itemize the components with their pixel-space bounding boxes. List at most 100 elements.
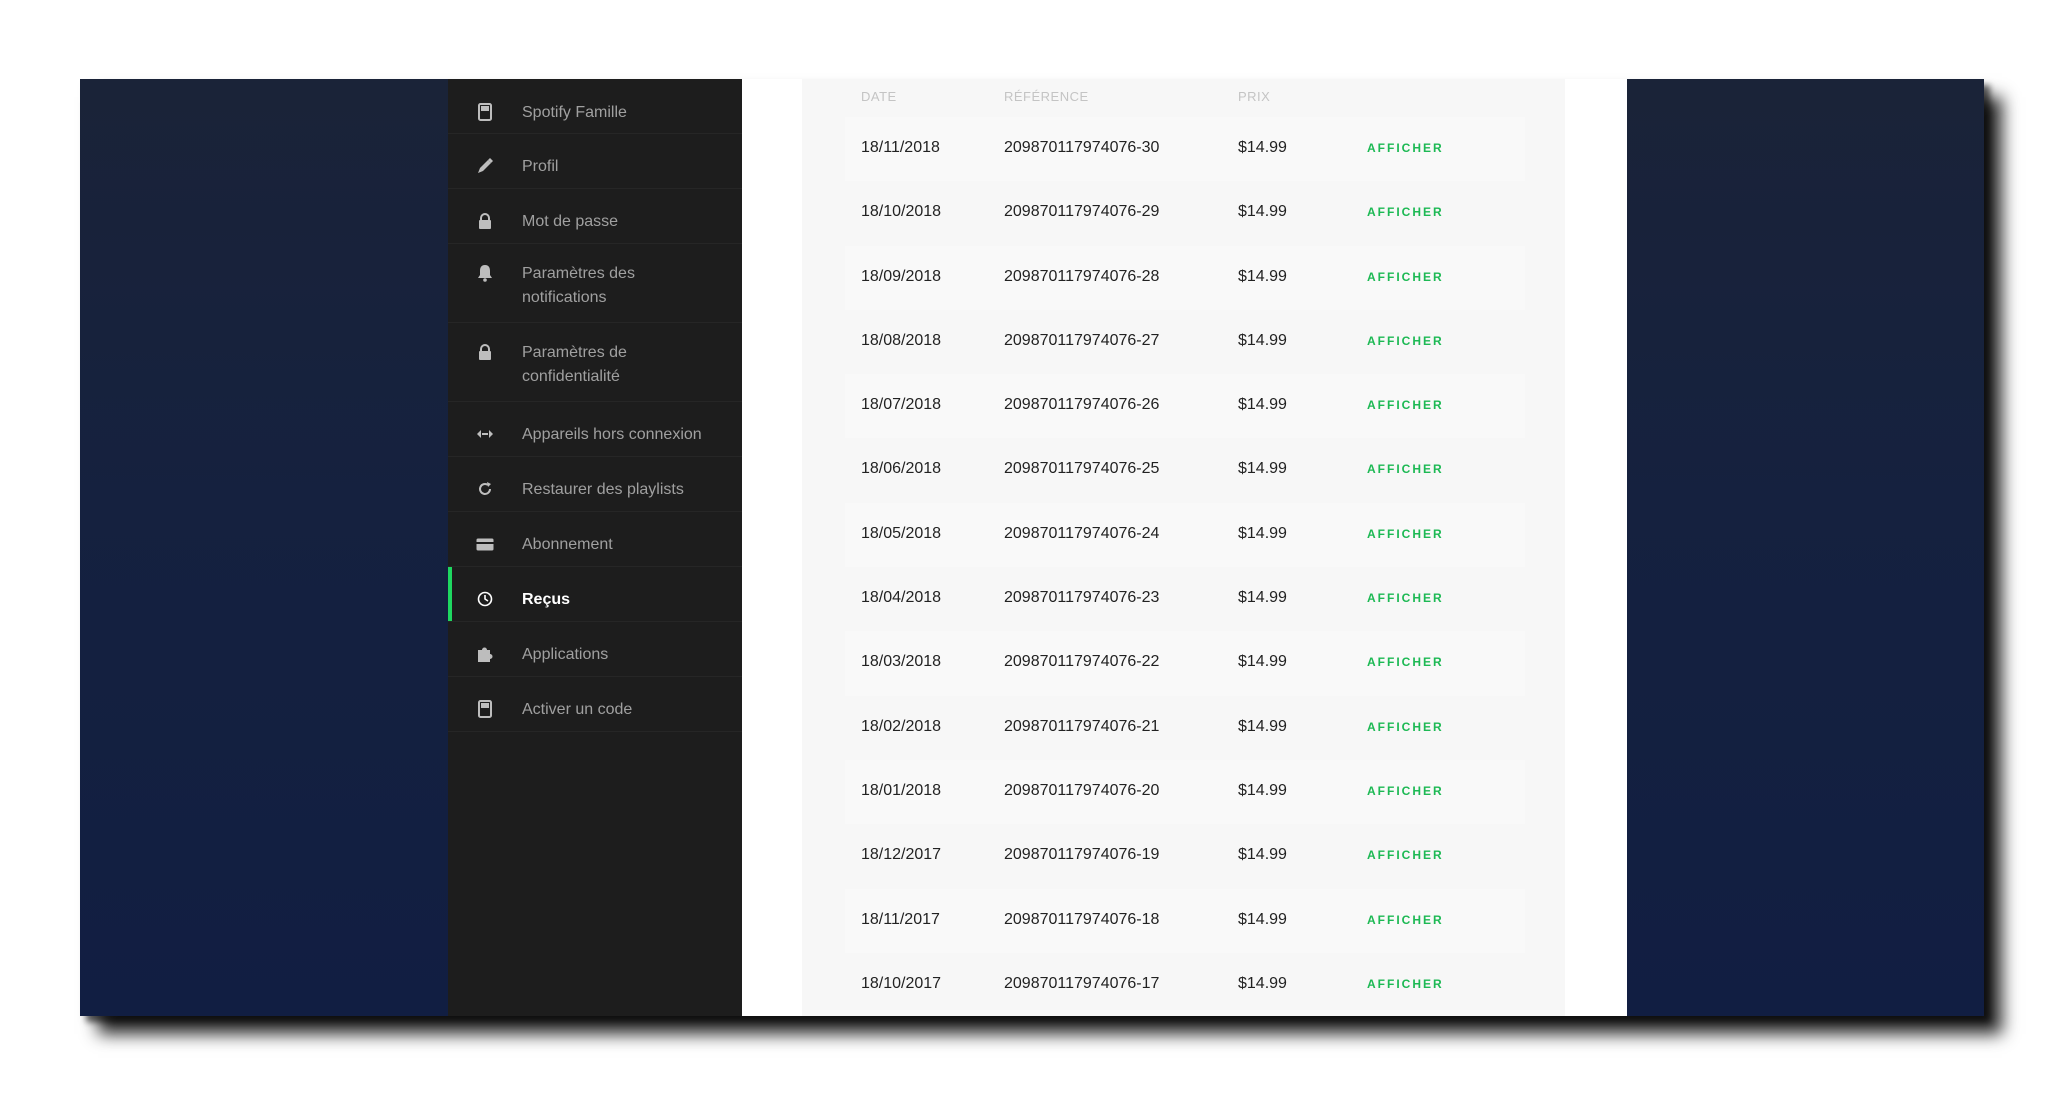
receipt-date: 18/09/2018 — [861, 267, 942, 285]
sidebar-item-label: Applications — [522, 646, 609, 663]
receipt-date: 18/04/2018 — [861, 589, 942, 607]
view-receipt-link[interactable]: AFFICHER — [1367, 334, 1444, 348]
receipt-reference: 209870117974076-24 — [1004, 524, 1160, 542]
receipt-reference: 209870117974076-19 — [1004, 846, 1160, 864]
receipt-date: 18/01/2018 — [861, 781, 942, 799]
view-receipt-link[interactable]: AFFICHER — [1367, 591, 1444, 605]
table-row: 18/02/2018 209870117974076-21 $14.99 AFFICH… — [845, 696, 1525, 760]
table-body: 18/11/2018 209870117974076-30 $14.99 AFFICH… — [845, 117, 1525, 1016]
view-receipt-link[interactable]: AFFICHER — [1367, 977, 1444, 991]
receipt-price: $14.99 — [1238, 974, 1287, 992]
sidebar-item-label: Profil — [522, 158, 559, 175]
receipt-price: $14.99 — [1238, 267, 1287, 285]
receipt-date: 18/02/2018 — [861, 717, 942, 735]
receipt-date: 18/08/2018 — [861, 331, 942, 349]
receipt-price: $14.99 — [1238, 781, 1287, 799]
receipt-reference: 209870117974076-29 — [1004, 203, 1160, 221]
sidebar-item-parametres-de-confidentialite[interactable]: Paramètres de confidentialité — [448, 323, 742, 402]
credit-card-icon — [476, 535, 494, 553]
receipts-table: DATE RÉFÉRENCE PRIX 18/11/2018 2098701179… — [845, 79, 1525, 1016]
table-row: 18/09/2018 209870117974076-28 $14.99 AFFICH… — [845, 245, 1525, 310]
sidebar-item-spotify-famille[interactable]: Spotify Famille — [448, 79, 742, 134]
sidebar-item-appareils-hors-connexion[interactable]: Appareils hors connexion — [448, 402, 742, 457]
view-receipt-link[interactable]: AFFICHER — [1367, 270, 1444, 284]
pencil-icon — [476, 157, 494, 175]
receipt-date: 18/06/2018 — [861, 460, 942, 478]
column-header-date: DATE — [861, 89, 897, 104]
receipt-reference: 209870117974076-27 — [1004, 331, 1160, 349]
table-row: 18/04/2018 209870117974076-23 $14.99 AFFICH… — [845, 567, 1525, 631]
table-row: 18/11/2017 209870117974076-18 $14.99 AFFICH… — [845, 888, 1525, 953]
refresh-icon — [476, 480, 494, 498]
bell-icon — [476, 264, 494, 282]
view-receipt-link[interactable]: AFFICHER — [1367, 527, 1444, 541]
table-header: DATE RÉFÉRENCE PRIX — [845, 79, 1525, 117]
receipt-date: 18/10/2017 — [861, 974, 942, 992]
sidebar-item-label: Activer un code — [522, 701, 633, 718]
table-row: 18/10/2018 209870117974076-29 $14.99 AFFICH… — [845, 181, 1525, 245]
view-receipt-link[interactable]: AFFICHER — [1367, 205, 1444, 219]
receipt-date: 18/05/2018 — [861, 524, 942, 542]
sidebar-item-applications[interactable]: Applications — [448, 622, 742, 677]
sidebar-item-label: Spotify Famille — [522, 104, 627, 121]
receipt-reference: 209870117974076-22 — [1004, 653, 1160, 671]
view-receipt-link[interactable]: AFFICHER — [1367, 720, 1444, 734]
receipt-price: $14.99 — [1238, 331, 1287, 349]
receipt-reference: 209870117974076-30 — [1004, 139, 1160, 156]
sidebar-item-mot-de-passe[interactable]: Mot de passe — [448, 189, 742, 244]
table-row: 18/08/2018 209870117974076-27 $14.99 AFFICH… — [845, 310, 1525, 374]
sidebar-item-label: Paramètres des notifications — [522, 265, 635, 306]
receipt-date: 18/03/2018 — [861, 653, 942, 671]
receipt-reference: 209870117974076-26 — [1004, 396, 1160, 414]
sidebar-item-profil[interactable]: Profil — [448, 134, 742, 189]
lock-icon — [476, 212, 494, 230]
view-receipt-link[interactable]: AFFICHER — [1367, 784, 1444, 798]
table-row: 18/11/2018 209870117974076-30 $14.99 AFFICH… — [845, 117, 1525, 182]
receipt-date: 18/10/2018 — [861, 203, 942, 221]
sidebar-item-activer-un-code[interactable]: Activer un code — [448, 677, 742, 732]
table-row: 18/10/2017 209870117974076-17 $14.99 AFFICH… — [845, 953, 1525, 1016]
sidebar-item-label: Mot de passe — [522, 213, 619, 230]
account-sidebar: Spotify Famille Profil Mot de passe Paramèt… — [448, 79, 742, 1016]
receipt-reference: 209870117974076-21 — [1004, 717, 1160, 735]
receipt-price: $14.99 — [1238, 910, 1287, 928]
receipt-price: $14.99 — [1238, 653, 1287, 671]
sidebar-item-label: Reçus — [522, 591, 571, 608]
view-receipt-link[interactable]: AFFICHER — [1367, 462, 1444, 476]
sidebar-item-recus[interactable]: Reçus — [448, 567, 742, 622]
sidebar-item-parametres-des-notifications[interactable]: Paramètres des notifications — [448, 244, 742, 323]
receipt-date: 18/07/2018 — [861, 396, 942, 414]
view-receipt-link[interactable]: AFFICHER — [1367, 141, 1444, 155]
puzzle-icon — [476, 645, 494, 663]
table-row: 18/12/2017 209870117974076-19 $14.99 AFFICH… — [845, 824, 1525, 888]
table-row: 18/07/2018 209870117974076-26 $14.99 AFFICH… — [845, 374, 1525, 439]
table-row: 18/05/2018 209870117974076-24 $14.99 AFFICH… — [845, 502, 1525, 568]
clock-icon — [476, 590, 494, 608]
app-window: Spotify Famille Profil Mot de passe Paramèt… — [80, 79, 1984, 1016]
receipt-date: 18/11/2017 — [861, 910, 940, 928]
gift-card-icon — [476, 700, 494, 718]
column-header-reference: RÉFÉRENCE — [1004, 89, 1089, 104]
receipt-price: $14.99 — [1238, 717, 1287, 735]
view-receipt-link[interactable]: AFFICHER — [1367, 913, 1444, 927]
receipt-price: $14.99 — [1238, 460, 1287, 478]
receipt-reference: 209870117974076-23 — [1004, 589, 1160, 607]
receipt-reference: 209870117974076-20 — [1004, 781, 1160, 799]
receipt-reference: 209870117974076-18 — [1004, 910, 1160, 928]
table-row: 18/01/2018 209870117974076-20 $14.99 AFFICH… — [845, 759, 1525, 825]
devices-icon — [476, 425, 494, 443]
receipt-price: $14.99 — [1238, 396, 1287, 414]
receipt-price: $14.99 — [1238, 589, 1287, 607]
column-header-price: PRIX — [1238, 89, 1271, 104]
view-receipt-link[interactable]: AFFICHER — [1367, 848, 1444, 862]
sidebar-item-label: Restaurer des playlists — [522, 481, 684, 498]
view-receipt-link[interactable]: AFFICHER — [1367, 655, 1444, 669]
sidebar-item-abonnement[interactable]: Abonnement — [448, 512, 742, 567]
receipt-price: $14.99 — [1238, 203, 1287, 221]
receipt-price: $14.99 — [1238, 846, 1287, 864]
table-row: 18/06/2018 209870117974076-25 $14.99 AFFICH… — [845, 438, 1525, 502]
lock-icon — [476, 343, 494, 361]
view-receipt-link[interactable]: AFFICHER — [1367, 398, 1444, 412]
sidebar-item-restaurer-des-playlists[interactable]: Restaurer des playlists — [448, 457, 742, 512]
receipt-reference: 209870117974076-28 — [1004, 267, 1160, 285]
